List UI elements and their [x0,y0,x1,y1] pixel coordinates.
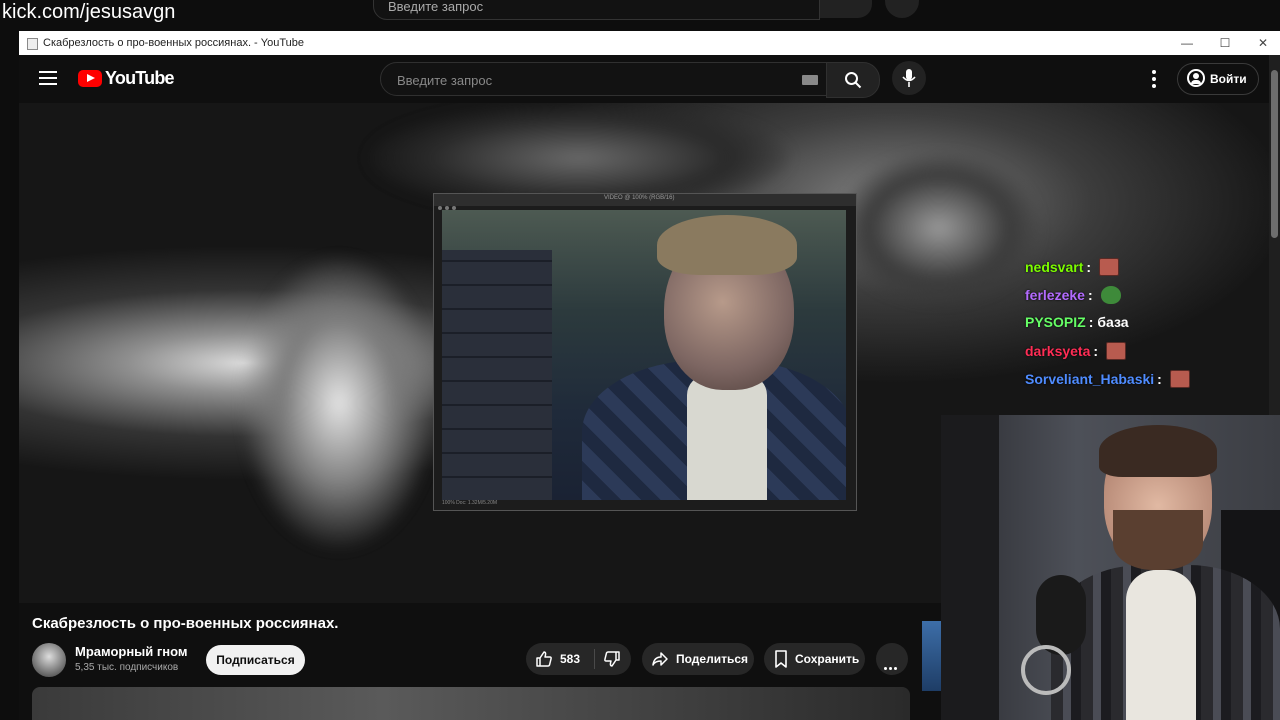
like-divider [594,649,595,669]
background-search-placeholder: Введите запрос [388,0,484,14]
stream-chat-overlay: nedsvart: ferlezeke: PYSOPIZ: база darksy… [1025,258,1275,398]
smoke-shape [239,253,439,553]
user-icon [1187,69,1205,87]
thumbs-up-icon[interactable] [535,650,553,668]
more-actions-button[interactable] [876,643,908,675]
inner-window-status: 100% Doc: 1.32M/5.20M [442,500,498,506]
keyboard-icon[interactable] [802,75,818,85]
streamer-hair [1099,425,1217,477]
chat-username: nedsvart [1025,259,1084,275]
search-icon [845,72,862,89]
youtube-wordmark[interactable]: YouTube [105,68,175,89]
bookshelf-image [442,250,552,500]
person-shirt-image [687,375,767,500]
window-titlebar[interactable]: Скабрезлость о про-военных россиянах. - … [19,31,1280,55]
close-window-button[interactable]: ✕ [1253,34,1273,52]
like-dislike-group: 583 [526,643,631,675]
face-emote-icon [1169,370,1190,388]
minimize-button[interactable]: — [1177,34,1197,52]
signin-label: Войти [1210,72,1247,86]
inner-video-window: VIDEO @ 100% (RGB/16) 100% Doc: 1.32M/5.… [433,193,857,511]
chat-text: база [1097,314,1129,330]
save-label: Сохранить [795,652,860,666]
chat-username: Sorveliant_Habaski [1025,371,1155,387]
background-mic-button [885,0,919,18]
webcam-mic-arm [1021,645,1071,695]
settings-more-icon[interactable] [1151,70,1157,88]
chat-username: PYSOPIZ [1025,314,1086,330]
share-label: Поделиться [676,652,749,666]
microphone-icon [902,69,916,87]
chat-message: darksyeta: [1025,342,1275,370]
subscribe-button[interactable]: Подписаться [206,645,305,675]
page-favicon-icon [27,38,38,50]
inner-window-titlebar: VIDEO @ 100% (RGB/16) [434,194,856,210]
pepe-emote-icon [1100,286,1121,304]
save-button[interactable]: Сохранить [764,643,865,675]
smoke-shape [839,153,1039,303]
stream-url-overlay: kick.com/jesusavgn [2,1,176,23]
background-search-bar: Введите запрос [373,0,820,20]
channel-avatar[interactable] [32,643,66,677]
hamburger-menu-icon[interactable] [39,71,57,85]
search-button[interactable] [826,62,880,98]
chat-message: Sorveliant_Habaski: [1025,370,1275,398]
description-preview[interactable] [32,687,910,720]
more-horizontal-icon [884,657,900,670]
inner-window-controls-icon [438,197,468,210]
bookmark-icon [775,650,787,668]
maximize-button[interactable]: ☐ [1215,34,1235,52]
share-button[interactable]: Поделиться [642,643,754,675]
background-search-button [820,0,872,18]
youtube-header: YouTube Войти [19,55,1269,103]
search-input[interactable] [395,69,779,91]
voice-search-button[interactable] [892,61,926,95]
webcam-microphone-icon [1036,575,1086,655]
scrollbar-thumb[interactable] [1271,70,1278,238]
chat-message: nedsvart: [1025,258,1275,286]
inner-video-frame [442,210,846,500]
streamer-shirt [1126,570,1196,720]
chat-username: ferlezeke [1025,287,1085,303]
face-emote-icon [1099,258,1120,276]
chat-message: ferlezeke: [1025,286,1275,314]
share-icon [652,652,668,666]
youtube-logo-icon[interactable] [78,70,102,87]
streamer-webcam [941,415,1280,720]
video-title: Скабрезлость о про-военных россиянах. [32,615,339,632]
subscriber-count: 5,35 тыс. подписчиков [75,662,179,673]
face-emote-icon [1106,342,1127,360]
related-video-thumbnail[interactable] [922,621,942,691]
like-count[interactable]: 583 [560,652,580,666]
webcam-door [941,415,999,720]
inner-window-title: VIDEO @ 100% (RGB/16) [604,195,675,201]
signin-button[interactable]: Войти [1177,63,1259,95]
search-box [380,62,827,96]
chat-username: darksyeta [1025,343,1091,359]
window-title: Скабрезлость о про-военных россиянах. - … [43,37,304,49]
person-hair-image [657,215,797,275]
streamer-beard [1113,510,1203,570]
thumbs-down-icon[interactable] [603,650,621,668]
channel-name[interactable]: Мраморный гном [75,644,188,659]
chat-message: PYSOPIZ: база [1025,314,1129,330]
